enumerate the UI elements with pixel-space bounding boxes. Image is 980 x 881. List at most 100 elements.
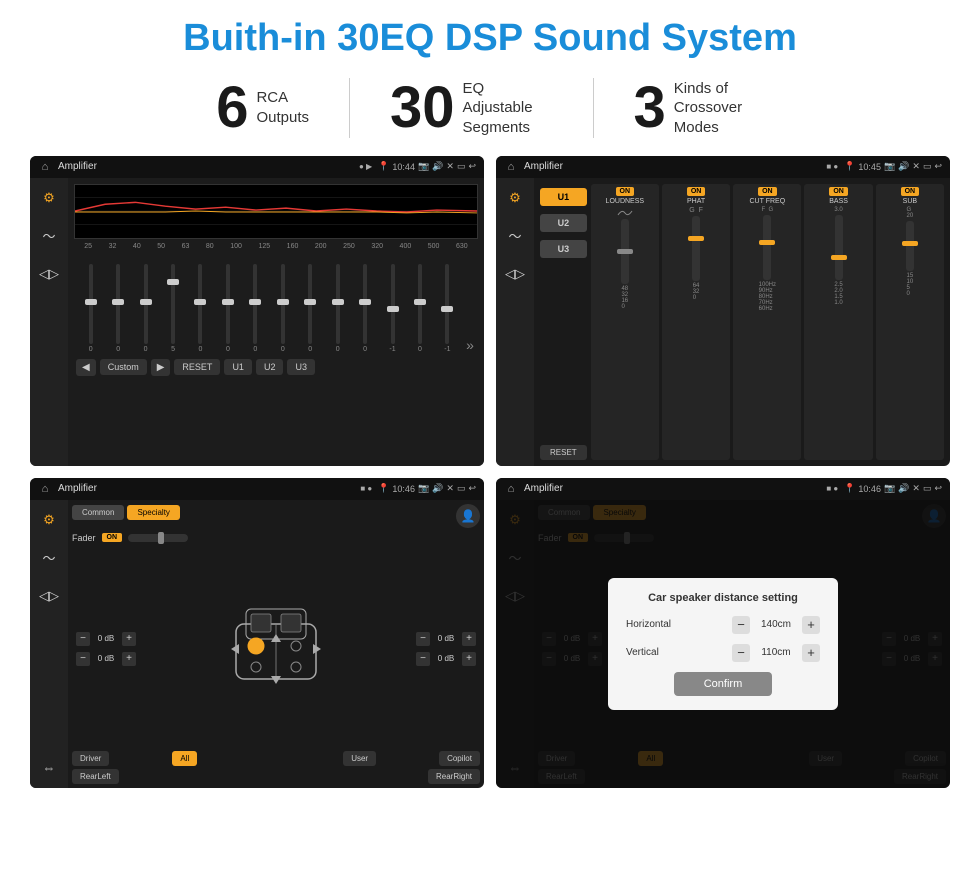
- rr-minus[interactable]: −: [416, 652, 430, 666]
- slider-10[interactable]: 0: [352, 264, 377, 353]
- dot-icons-4: ■ ●: [826, 484, 838, 493]
- wave-icon-3[interactable]: 〜: [37, 546, 61, 570]
- close-icon-4: ✕: [912, 483, 920, 494]
- loudness-col: ON LOUDNESS 4832160: [591, 184, 659, 460]
- fader-slider[interactable]: [128, 534, 188, 542]
- u1-btn-2[interactable]: U1: [540, 188, 587, 206]
- phat-gf: G F: [689, 207, 703, 214]
- all-btn-3[interactable]: All: [172, 751, 197, 766]
- home-icon-1[interactable]: ⌂: [38, 160, 52, 174]
- copilot-btn-3[interactable]: Copilot: [439, 751, 480, 766]
- back-icon-3[interactable]: ↩: [468, 483, 476, 494]
- sub-slider[interactable]: [906, 221, 914, 271]
- eq-graph: [74, 184, 478, 239]
- confirm-btn[interactable]: Confirm: [674, 672, 773, 696]
- eq-main-panel: 2532405063 80100125160200 25032040050063…: [68, 178, 484, 466]
- bass-slider[interactable]: [835, 215, 843, 280]
- u1-btn-1[interactable]: U1: [224, 359, 252, 375]
- rearleft-btn-3[interactable]: RearLeft: [72, 769, 119, 784]
- next-preset-btn[interactable]: ▶: [151, 359, 171, 376]
- horizontal-ctrl: − 140cm +: [732, 616, 820, 634]
- slider-1[interactable]: 0: [105, 264, 130, 353]
- location-icon-2: 📍: [844, 161, 855, 172]
- slider-8[interactable]: 0: [298, 264, 323, 353]
- wave-icon-2[interactable]: 〜: [503, 224, 527, 248]
- back-icon-4[interactable]: ↩: [934, 483, 942, 494]
- fader-label: Fader: [72, 533, 96, 543]
- wave-icon-1[interactable]: 〜: [37, 224, 61, 248]
- fr-plus[interactable]: +: [462, 632, 476, 646]
- horizontal-plus-btn[interactable]: +: [802, 616, 820, 634]
- back-icon-1[interactable]: ↩: [468, 161, 476, 172]
- fr-db-row: − 0 dB +: [416, 632, 476, 646]
- sub-on[interactable]: ON: [901, 187, 920, 196]
- slider-3[interactable]: 5: [160, 264, 185, 353]
- prev-preset-btn[interactable]: ◀: [76, 359, 96, 376]
- home-icon-2[interactable]: ⌂: [504, 160, 518, 174]
- dot-icons-1: ● ▶: [359, 162, 372, 171]
- loudness-on[interactable]: ON: [616, 187, 635, 196]
- vertical-minus-btn[interactable]: −: [732, 644, 750, 662]
- slider-2[interactable]: 0: [133, 264, 158, 353]
- slider-7[interactable]: 0: [270, 264, 295, 353]
- common-tab-3[interactable]: Common: [72, 505, 124, 520]
- slider-4[interactable]: 0: [188, 264, 213, 353]
- rl-minus[interactable]: −: [76, 652, 90, 666]
- user-btn-3[interactable]: User: [343, 751, 376, 766]
- phat-on[interactable]: ON: [687, 187, 706, 196]
- back-icon-2[interactable]: ↩: [934, 161, 942, 172]
- phat-slider[interactable]: [692, 216, 700, 281]
- eq-icon-3[interactable]: ⚙: [37, 508, 61, 532]
- loudness-label: LOUDNESS: [606, 198, 645, 205]
- fl-plus[interactable]: +: [122, 632, 136, 646]
- vol-icon-2[interactable]: ◁▷: [503, 262, 527, 286]
- vol-icon-3[interactable]: ◁▷: [37, 584, 61, 608]
- loudness-slider[interactable]: [621, 219, 629, 284]
- slider-13[interactable]: -1: [435, 264, 460, 353]
- slider-0[interactable]: 0: [78, 264, 103, 353]
- u2-btn-2[interactable]: U2: [540, 214, 587, 232]
- reset-btn-1[interactable]: RESET: [174, 359, 220, 375]
- cutfreq-col: ON CUT FREQ F G 100Hz90Hz80Hz70Hz60Hz: [733, 184, 801, 460]
- slider-11[interactable]: -1: [380, 264, 405, 353]
- more-icon[interactable]: »: [462, 337, 474, 353]
- reset-btn-2[interactable]: RESET: [540, 445, 587, 460]
- fl-minus[interactable]: −: [76, 632, 90, 646]
- rr-plus[interactable]: +: [462, 652, 476, 666]
- location-icon-1: 📍: [378, 161, 389, 172]
- driver-btn-3[interactable]: Driver: [72, 751, 109, 766]
- cutfreq-slider[interactable]: [763, 215, 771, 280]
- camera-icon-3: 📷: [418, 483, 429, 494]
- fader-on-toggle[interactable]: ON: [102, 533, 123, 542]
- home-icon-3[interactable]: ⌂: [38, 482, 52, 496]
- dot-icons-3: ■ ●: [360, 484, 372, 493]
- volume-icon-3: 🔊: [432, 483, 443, 494]
- vertical-plus-btn[interactable]: +: [802, 644, 820, 662]
- home-icon-4[interactable]: ⌂: [504, 482, 518, 496]
- eq-icon-1[interactable]: ⚙: [37, 186, 61, 210]
- screen-fader: ⌂ Amplifier ■ ● 📍 10:46 📷 🔊 ✕ ▭ ↩ ⚙ 〜 ◁▷: [30, 478, 484, 788]
- horizontal-minus-btn[interactable]: −: [732, 616, 750, 634]
- u2-btn-1[interactable]: U2: [256, 359, 284, 375]
- user-icon-3[interactable]: 👤: [456, 504, 480, 528]
- fader-row: Fader ON: [72, 533, 480, 543]
- fr-minus[interactable]: −: [416, 632, 430, 646]
- u3-btn-1[interactable]: U3: [287, 359, 315, 375]
- custom-btn[interactable]: Custom: [100, 359, 147, 375]
- location-icon-4: 📍: [844, 483, 855, 494]
- slider-12[interactable]: 0: [407, 264, 432, 353]
- slider-9[interactable]: 0: [325, 264, 350, 353]
- slider-5[interactable]: 0: [215, 264, 240, 353]
- bass-on[interactable]: ON: [829, 187, 848, 196]
- rl-plus[interactable]: +: [122, 652, 136, 666]
- cutfreq-on[interactable]: ON: [758, 187, 777, 196]
- vol-icon-1[interactable]: ◁▷: [37, 262, 61, 286]
- sub-label: SUB: [903, 198, 917, 205]
- rearright-btn-3[interactable]: RearRight: [428, 769, 480, 784]
- slider-6[interactable]: 0: [243, 264, 268, 353]
- u3-btn-2[interactable]: U3: [540, 240, 587, 258]
- eq-icon-2[interactable]: ⚙: [503, 186, 527, 210]
- rr-db-row: − 0 dB +: [416, 652, 476, 666]
- specialty-tab-3[interactable]: Specialty: [127, 505, 179, 520]
- arrows-icon-3[interactable]: ⇔: [37, 756, 61, 780]
